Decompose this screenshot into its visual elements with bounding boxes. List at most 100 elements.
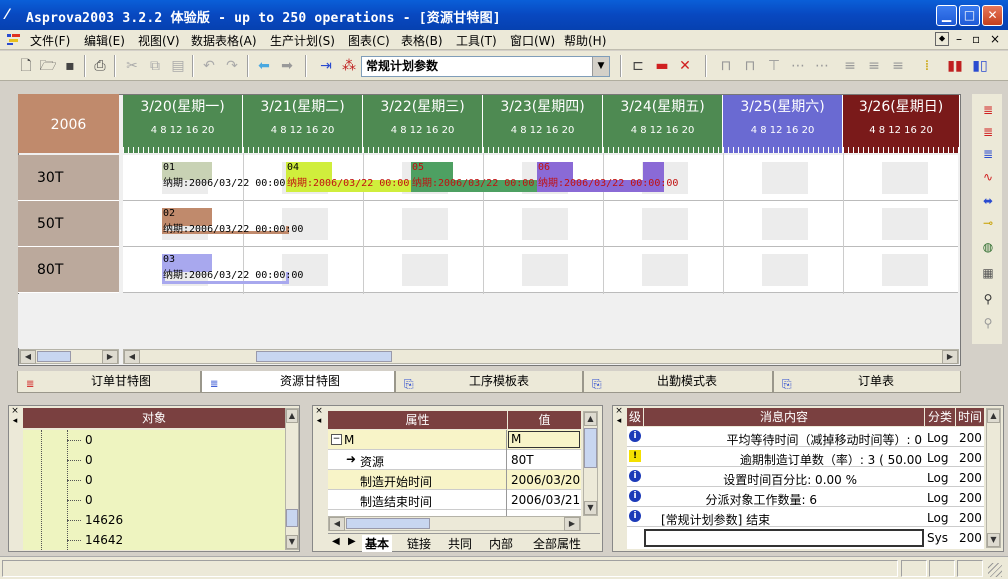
property-value[interactable]: M bbox=[508, 431, 580, 448]
scroll-right-icon[interactable]: ▶ bbox=[564, 517, 580, 531]
resize-grip-icon[interactable] bbox=[988, 563, 1002, 577]
scroll-down-icon[interactable]: ▼ bbox=[286, 535, 298, 549]
property-value[interactable]: 2006/03/20 bbox=[511, 473, 580, 487]
gantt-view-icon[interactable]: ≣ bbox=[978, 147, 998, 165]
scrollbar-thumb[interactable] bbox=[346, 518, 430, 529]
bar-chart-icon[interactable]: ▮▮ bbox=[945, 56, 965, 76]
gantt-color-icon[interactable]: ▬ bbox=[652, 56, 672, 76]
object-vertical-scrollbar[interactable]: ▲ ▼ bbox=[285, 408, 299, 550]
zoom-out-icon[interactable]: ⚲ bbox=[978, 316, 998, 334]
scrollbar-thumb[interactable] bbox=[256, 351, 392, 362]
align-icon[interactable]: ⊓ bbox=[740, 56, 760, 76]
tab-order-table[interactable]: ⎘ 订单表 bbox=[773, 371, 961, 393]
link-arrow-icon[interactable]: ⬌ bbox=[978, 194, 998, 212]
list-icon[interactable]: ⇥ bbox=[316, 56, 336, 76]
save-icon[interactable]: ▪ bbox=[60, 56, 80, 76]
menu-table[interactable]: 表格(B) bbox=[401, 32, 443, 49]
grid-icon[interactable]: ⁞ bbox=[917, 56, 937, 76]
scroll-up-icon[interactable]: ▲ bbox=[987, 409, 1000, 423]
menu-data-table[interactable]: 数据表格(A) bbox=[191, 32, 257, 49]
bar-chart-icon[interactable]: ▮▯ bbox=[970, 56, 990, 76]
schedule-parameter-icon[interactable]: ⁂ bbox=[339, 56, 359, 76]
minimize-button[interactable]: ▁ bbox=[936, 5, 957, 26]
scroll-left-icon[interactable]: ◀ bbox=[329, 517, 345, 531]
maximize-button[interactable]: □ bbox=[959, 5, 980, 26]
panel-pin-icon[interactable]: × ◂ bbox=[313, 406, 325, 426]
mdi-close-button[interactable]: × bbox=[990, 32, 1000, 46]
tree-item[interactable]: 14642 bbox=[85, 533, 123, 547]
resource-label[interactable]: 50T bbox=[18, 201, 119, 247]
mdi-minimize-button[interactable]: – bbox=[956, 32, 962, 46]
gantt-view-icon[interactable]: ≣ bbox=[978, 125, 998, 143]
gantt-horizontal-scrollbar[interactable]: ◀ ▶ bbox=[123, 349, 959, 364]
property-vertical-scrollbar[interactable]: ▲ ▼ bbox=[583, 411, 598, 516]
tab-basic[interactable]: 基本 bbox=[362, 535, 393, 552]
scroll-right-icon[interactable]: ▶ bbox=[942, 350, 958, 364]
menu-chart[interactable]: 图表(C) bbox=[348, 32, 390, 49]
collapse-icon[interactable]: − bbox=[331, 434, 342, 445]
panel-pin-icon[interactable]: × ◂ bbox=[613, 406, 625, 426]
marker-icon[interactable]: ⊸ bbox=[978, 216, 998, 234]
tab-order-gantt[interactable]: ≣ 订单甘特图 bbox=[17, 371, 201, 393]
tab-next-icon[interactable]: ▶ bbox=[348, 536, 356, 547]
table-icon[interactable]: ▦ bbox=[978, 266, 998, 284]
tree-item[interactable]: 0 bbox=[85, 493, 93, 507]
tab-prev-icon[interactable]: ◀ bbox=[332, 536, 340, 547]
tree-item[interactable]: 0 bbox=[85, 433, 93, 447]
menu-view[interactable]: 视图(V) bbox=[138, 32, 180, 49]
copy-icon[interactable]: ⧉ bbox=[145, 56, 165, 76]
chevron-down-icon[interactable]: ▼ bbox=[592, 57, 609, 76]
resource-label[interactable]: 80T bbox=[18, 247, 119, 293]
back-arrow-icon[interactable]: ⬅ bbox=[254, 56, 274, 76]
mdi-restore-icon[interactable]: ⬥ bbox=[935, 32, 949, 46]
align-icon[interactable]: ⋯ bbox=[812, 56, 832, 76]
scrollbar-thumb[interactable] bbox=[286, 509, 298, 527]
menu-file[interactable]: 文件(F) bbox=[30, 32, 70, 49]
scroll-right-icon[interactable]: ▶ bbox=[102, 350, 118, 364]
property-value[interactable]: 2006/03/21 bbox=[511, 493, 580, 507]
property-value[interactable]: 80T bbox=[511, 453, 534, 467]
distribute-icon[interactable]: ≡ bbox=[840, 56, 860, 76]
resource-label[interactable]: 30T bbox=[18, 155, 119, 201]
close-button[interactable]: ✕ bbox=[982, 5, 1003, 26]
menu-edit[interactable]: 编辑(E) bbox=[84, 32, 125, 49]
cut-icon[interactable]: ✂ bbox=[122, 56, 142, 76]
tree-item[interactable]: 14626 bbox=[85, 513, 123, 527]
distribute-icon[interactable]: ≡ bbox=[888, 56, 908, 76]
tree-icon[interactable]: ⊏ bbox=[628, 56, 648, 76]
forward-arrow-icon[interactable]: ➡ bbox=[277, 56, 297, 76]
menu-production-plan[interactable]: 生产计划(S) bbox=[270, 32, 335, 49]
tab-resource-gantt[interactable]: ≣ 资源甘特图 bbox=[201, 371, 395, 393]
scrollbar-thumb[interactable] bbox=[37, 351, 71, 362]
align-icon[interactable]: ⊤ bbox=[764, 56, 784, 76]
scroll-left-icon[interactable]: ◀ bbox=[20, 350, 36, 364]
gantt-view-icon[interactable]: ≣ bbox=[978, 103, 998, 121]
redo-icon[interactable]: ↷ bbox=[222, 56, 242, 76]
tab-common[interactable]: 共同 bbox=[448, 535, 472, 552]
scrollbar-thumb[interactable] bbox=[584, 428, 597, 468]
line-chart-icon[interactable]: ∿ bbox=[978, 170, 998, 188]
tab-link[interactable]: 链接 bbox=[407, 535, 431, 552]
resource-horizontal-scrollbar[interactable]: ◀ ▶ bbox=[19, 349, 119, 364]
zoom-in-icon[interactable]: ⚲ bbox=[978, 292, 998, 310]
tree-item[interactable]: 0 bbox=[85, 453, 93, 467]
tab-process-template[interactable]: ⎘ 工序模板表 bbox=[395, 371, 583, 393]
tab-all-properties[interactable]: 全部属性 bbox=[533, 535, 581, 552]
distribute-icon[interactable]: ≡ bbox=[864, 56, 884, 76]
property-horizontal-scrollbar[interactable]: ◀ ▶ bbox=[328, 516, 581, 531]
message-text-selected[interactable] bbox=[644, 529, 924, 547]
print-icon[interactable]: ⎙ bbox=[90, 56, 110, 76]
align-icon[interactable]: ⊓ bbox=[716, 56, 736, 76]
menu-window[interactable]: 窗口(W) bbox=[510, 32, 555, 49]
scroll-down-icon[interactable]: ▼ bbox=[584, 501, 597, 515]
new-file-icon[interactable]: 🗋 bbox=[16, 56, 36, 76]
scroll-left-icon[interactable]: ◀ bbox=[124, 350, 140, 364]
delete-icon[interactable]: ✕ bbox=[675, 56, 695, 76]
undo-icon[interactable]: ↶ bbox=[199, 56, 219, 76]
open-folder-icon[interactable]: 🗁 bbox=[38, 56, 58, 76]
align-icon[interactable]: ⋯ bbox=[788, 56, 808, 76]
schedule-parameter-select[interactable]: 常规计划参数 ▼ bbox=[361, 56, 610, 77]
menu-tools[interactable]: 工具(T) bbox=[456, 32, 497, 49]
tab-internal[interactable]: 内部 bbox=[489, 535, 513, 552]
tree-item[interactable]: 0 bbox=[85, 473, 93, 487]
